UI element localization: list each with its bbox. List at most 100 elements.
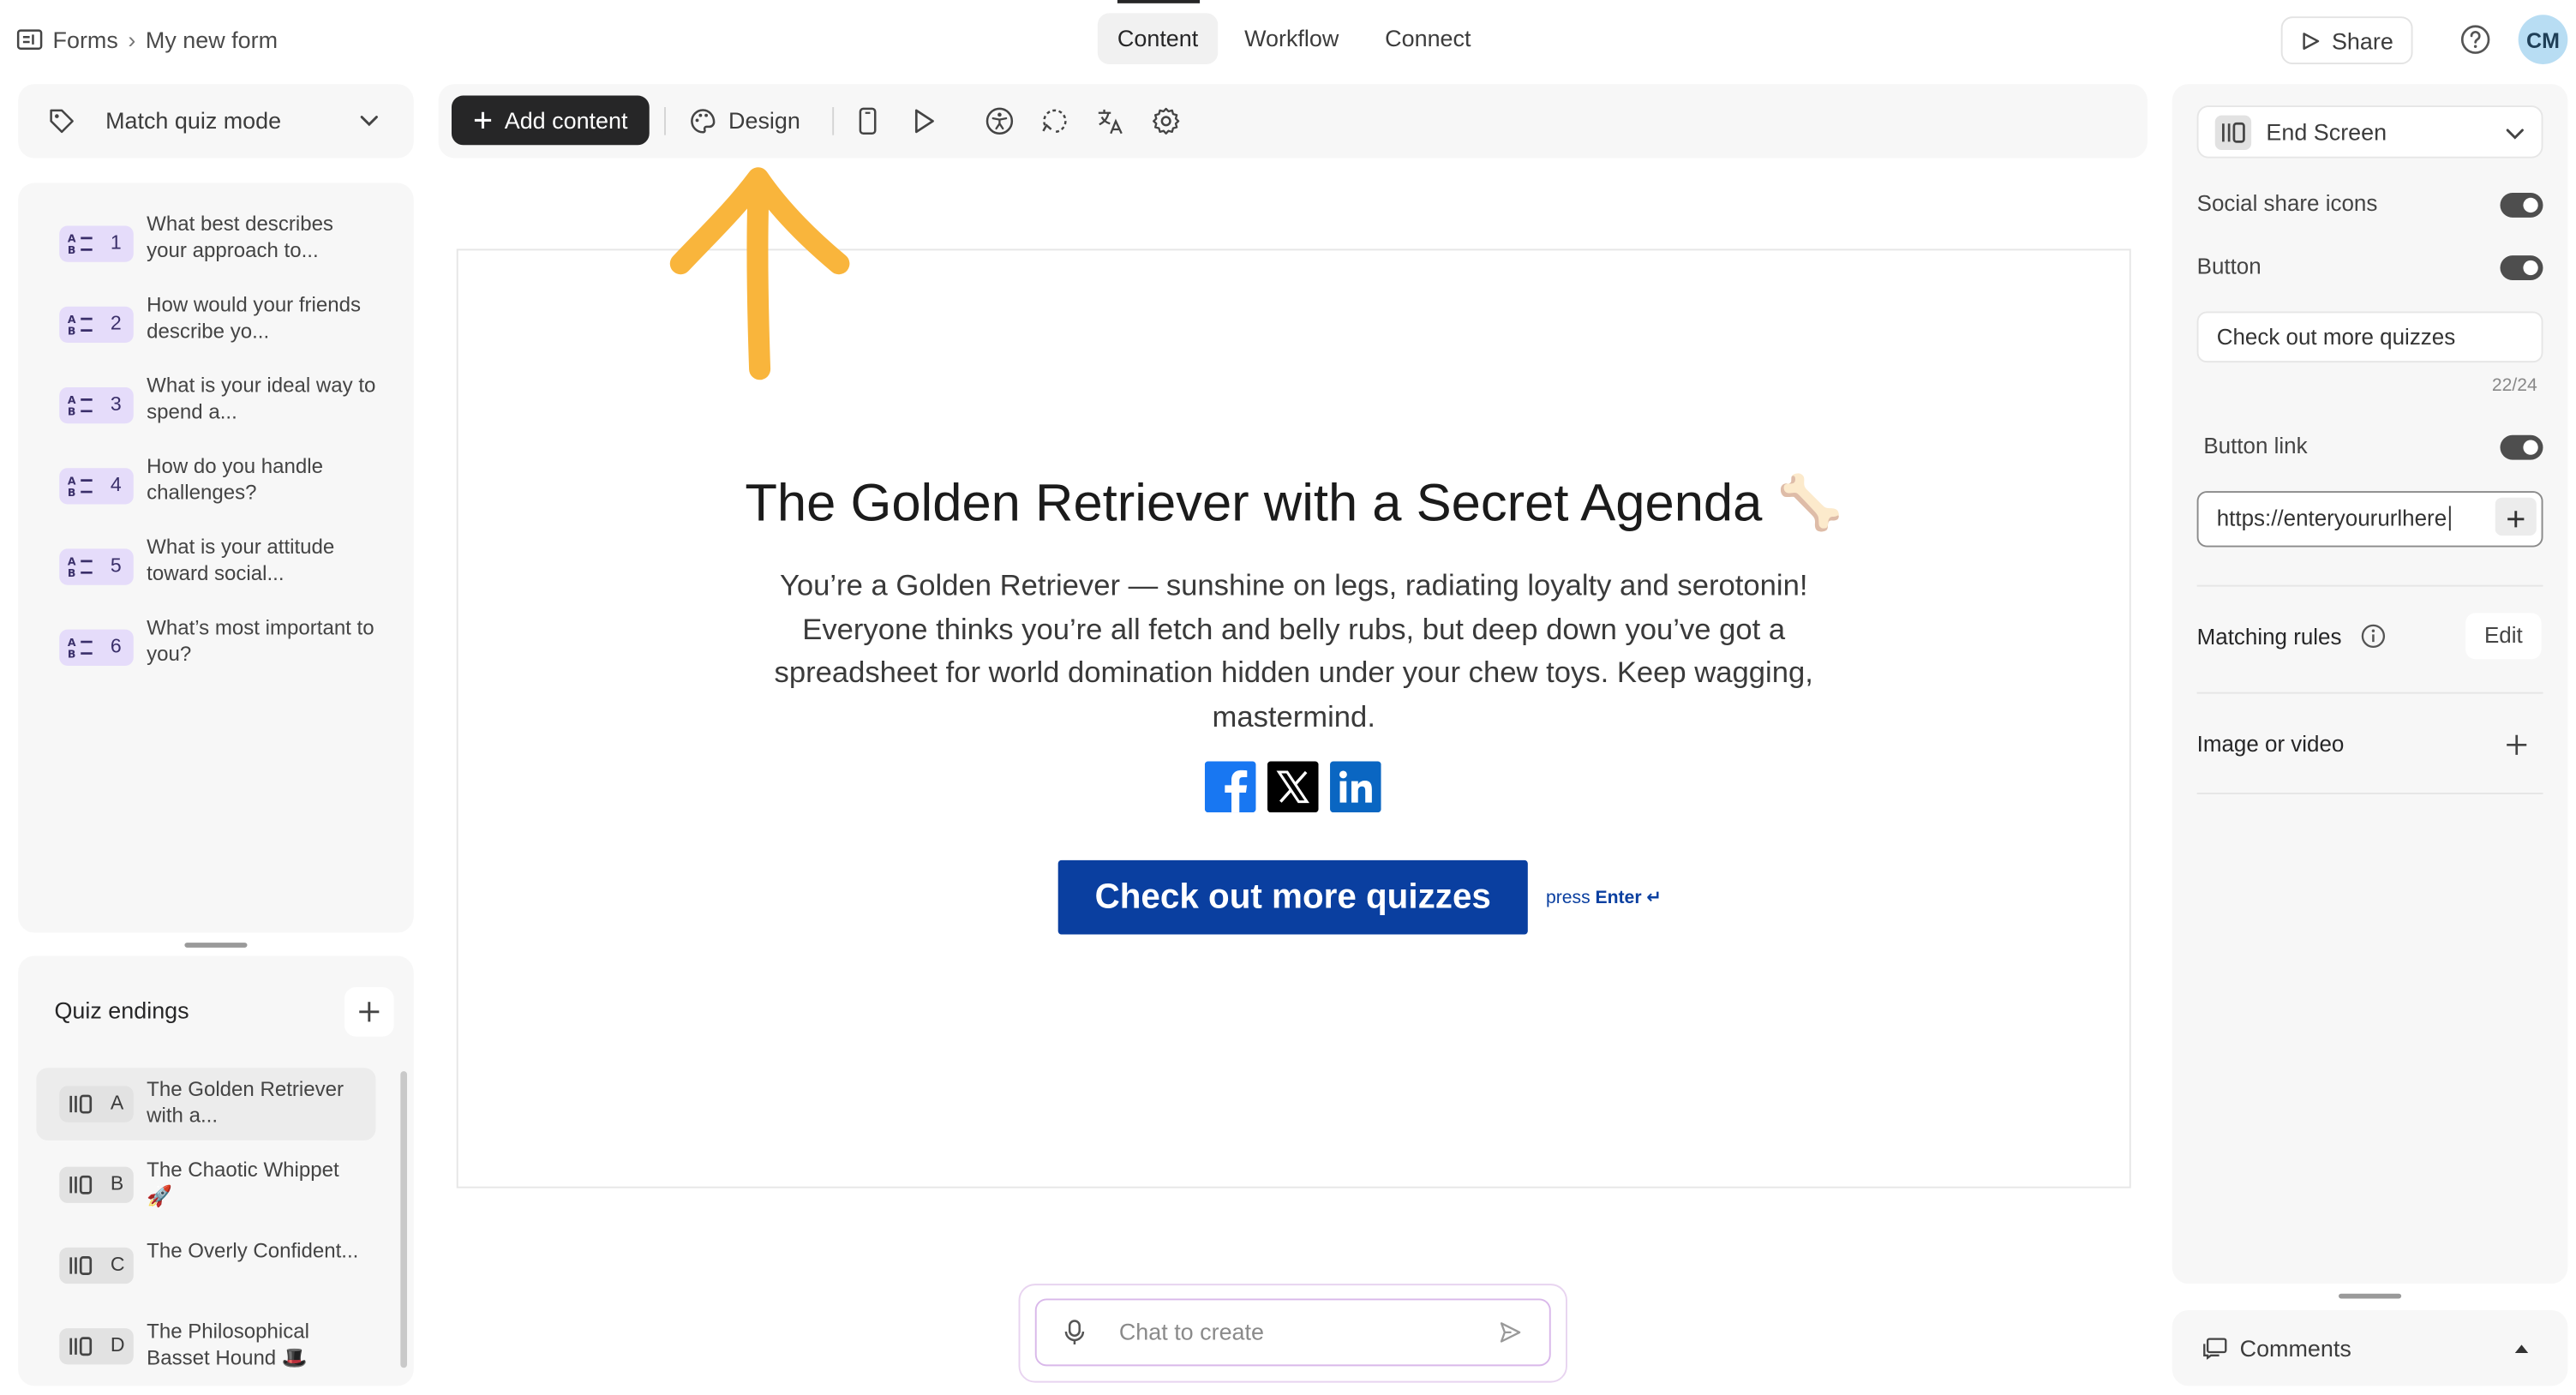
play-preview-icon[interactable] bbox=[908, 105, 940, 137]
button-link-input[interactable]: https://enteryoururlhere bbox=[2196, 491, 2543, 548]
ending-item-a[interactable]: A The Golden Retriever with a... bbox=[36, 1068, 376, 1141]
enter-label: Enter ↵ bbox=[1595, 888, 1662, 908]
palette-icon bbox=[689, 106, 717, 135]
button-label: Button bbox=[2196, 254, 2261, 279]
svg-text:B: B bbox=[68, 324, 76, 336]
svg-text:B: B bbox=[68, 486, 76, 498]
toolbar-divider bbox=[664, 107, 666, 135]
end-screen-icon bbox=[68, 1335, 94, 1358]
accessibility-icon[interactable] bbox=[984, 105, 1015, 137]
section-divider bbox=[2196, 793, 2543, 794]
question-list: AB 1 What best describes your approach t… bbox=[18, 183, 414, 933]
question-number: 6 bbox=[110, 634, 122, 658]
tag-icon bbox=[48, 107, 76, 135]
comments-label: Comments bbox=[2239, 1334, 2351, 1362]
question-number: 2 bbox=[110, 311, 122, 335]
ending-item-d[interactable]: D The Philosophical Basset Hound 🎩 bbox=[36, 1310, 375, 1383]
resize-handle[interactable] bbox=[2339, 1293, 2402, 1299]
question-text: What is your attitude toward social... bbox=[147, 536, 335, 585]
multiple-choice-icon: AB bbox=[68, 313, 98, 336]
translate-icon[interactable] bbox=[1094, 105, 1126, 137]
social-share-label: Social share icons bbox=[2196, 191, 2378, 216]
settings-gear-icon[interactable] bbox=[1150, 105, 1182, 137]
endings-scrollbar[interactable] bbox=[400, 1071, 408, 1368]
toolbar-divider bbox=[832, 107, 835, 135]
share-play-icon bbox=[2300, 31, 2320, 51]
question-item-1[interactable]: AB 1 What best describes your approach t… bbox=[54, 211, 384, 277]
comments-panel[interactable]: Comments bbox=[2172, 1309, 2568, 1386]
ending-badge: B bbox=[59, 1166, 134, 1203]
end-screen-icon bbox=[68, 1254, 94, 1278]
breadcrumb: Forms › My new form bbox=[16, 23, 278, 56]
question-badge: AB 6 bbox=[59, 629, 134, 666]
chat-placeholder: Chat to create bbox=[1118, 1318, 1264, 1345]
forms-icon bbox=[16, 28, 43, 51]
button-link-toggle[interactable] bbox=[2500, 434, 2543, 460]
plus-icon bbox=[473, 111, 493, 130]
end-screen-icon bbox=[68, 1093, 94, 1116]
microphone-icon[interactable] bbox=[1062, 1319, 1088, 1347]
multiple-choice-icon: AB bbox=[68, 394, 98, 417]
tab-connect[interactable]: Connect bbox=[1365, 13, 1490, 64]
ending-text: The Chaotic Whippet 🚀 bbox=[147, 1159, 339, 1208]
social-share-toggle[interactable] bbox=[2500, 193, 2543, 218]
tab-workflow[interactable]: Workflow bbox=[1225, 13, 1358, 64]
triangle-up-icon bbox=[2513, 1341, 2530, 1354]
screen-type-select[interactable]: End Screen bbox=[2196, 105, 2543, 159]
question-item-4[interactable]: AB 4 How do you handle challenges? bbox=[54, 453, 384, 519]
question-item-5[interactable]: AB 5 What is your attitude toward social… bbox=[54, 534, 384, 600]
question-item-2[interactable]: AB 2 How would your friends describe yo.… bbox=[54, 291, 384, 357]
logic-loop-icon[interactable] bbox=[1039, 105, 1070, 137]
ending-item-b[interactable]: B The Chaotic Whippet 🚀 bbox=[36, 1148, 375, 1221]
question-badge: AB 1 bbox=[59, 225, 134, 262]
button-link-label: Button link bbox=[2203, 433, 2308, 458]
send-icon[interactable] bbox=[1498, 1320, 1523, 1344]
share-button[interactable]: Share bbox=[2280, 16, 2413, 65]
ending-text: The Overly Confident... bbox=[147, 1239, 359, 1263]
button-link-value: https://enteryoururlhere bbox=[2216, 506, 2447, 531]
design-button[interactable]: Design bbox=[689, 96, 800, 146]
svg-text:B: B bbox=[68, 405, 76, 417]
ending-item-c[interactable]: C The Overly Confident... bbox=[36, 1230, 375, 1302]
x-twitter-icon[interactable] bbox=[1267, 761, 1319, 813]
end-screen-title[interactable]: The Golden Retriever with a Secret Agend… bbox=[457, 471, 2131, 534]
press-enter-hint: press Enter ↵ bbox=[1546, 887, 1662, 908]
question-text: What best describes your approach to... bbox=[147, 213, 333, 262]
insert-variable-button[interactable] bbox=[2495, 497, 2537, 536]
add-content-button[interactable]: Add content bbox=[451, 95, 650, 146]
ending-badge: D bbox=[59, 1328, 134, 1365]
plus-icon bbox=[2507, 511, 2525, 528]
question-number: 4 bbox=[110, 472, 122, 496]
add-media-plus-icon[interactable] bbox=[2501, 730, 2531, 760]
question-item-3[interactable]: AB 3 What is your ideal way to spend a..… bbox=[54, 373, 384, 439]
add-ending-button[interactable] bbox=[344, 986, 394, 1037]
form-name[interactable]: My new form bbox=[146, 27, 278, 53]
press-label: press bbox=[1545, 887, 1591, 907]
mobile-preview-icon[interactable] bbox=[852, 105, 884, 137]
ending-letter: C bbox=[110, 1252, 125, 1276]
chevron-down-icon bbox=[359, 112, 379, 129]
end-screen-icon bbox=[2214, 115, 2252, 151]
quiz-mode-select[interactable]: Match quiz mode bbox=[18, 84, 414, 159]
check-out-more-quizzes-button[interactable]: Check out more quizzes bbox=[1057, 859, 1528, 935]
quiz-mode-label: Match quiz mode bbox=[105, 107, 282, 134]
chat-input[interactable]: Chat to create bbox=[1034, 1298, 1551, 1367]
end-screen-description[interactable]: You’re a Golden Retriever — sunshine on … bbox=[750, 564, 1837, 739]
button-toggle[interactable] bbox=[2500, 255, 2543, 280]
tab-content[interactable]: Content bbox=[1097, 13, 1219, 65]
breadcrumb-forms-link[interactable]: Forms bbox=[53, 27, 118, 53]
question-badge: AB 3 bbox=[59, 386, 134, 424]
question-item-6[interactable]: AB 6 What’s most important to you? bbox=[54, 614, 384, 680]
question-number: 3 bbox=[110, 392, 122, 416]
help-icon[interactable] bbox=[2457, 21, 2493, 57]
active-tab-indicator bbox=[1117, 0, 1201, 3]
multiple-choice-icon: AB bbox=[68, 232, 98, 255]
info-icon[interactable] bbox=[2360, 623, 2387, 650]
avatar[interactable]: CM bbox=[2518, 15, 2568, 65]
matching-rules-edit-button[interactable]: Edit bbox=[2465, 613, 2542, 660]
facebook-icon[interactable] bbox=[1204, 761, 1256, 813]
chevron-down-icon bbox=[2505, 125, 2525, 141]
linkedin-icon[interactable] bbox=[1330, 761, 1381, 813]
button-text-input[interactable]: Check out more quizzes bbox=[2196, 311, 2543, 363]
resize-handle[interactable] bbox=[184, 943, 248, 948]
